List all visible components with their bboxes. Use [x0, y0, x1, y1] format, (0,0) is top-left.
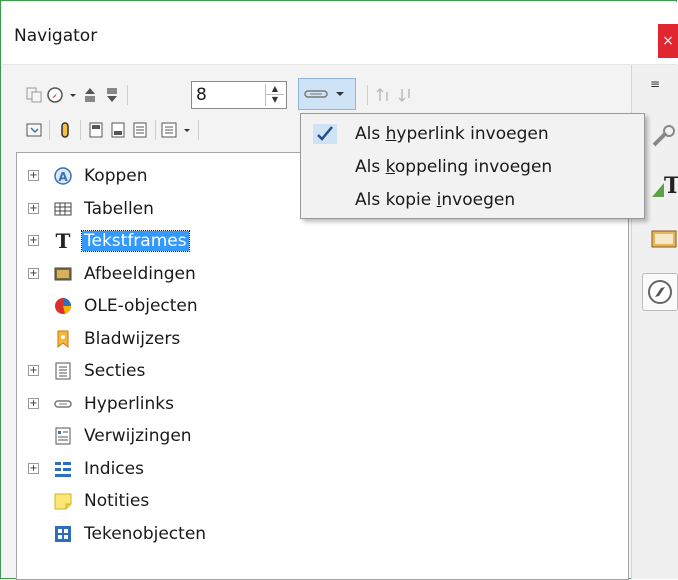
tree-item-afbeeldingen[interactable]: + Afbeeldingen: [17, 259, 617, 289]
tree-item-indices[interactable]: + Indices: [17, 454, 617, 484]
list-box-on-button[interactable]: [160, 119, 194, 141]
tree-item-label: Afbeeldingen: [84, 263, 196, 284]
toolbar-row-2: [23, 116, 203, 144]
spin-up-icon[interactable]: ▲: [266, 84, 284, 94]
expand-icon[interactable]: +: [28, 462, 39, 474]
expand-icon[interactable]: +: [28, 202, 39, 214]
tree-item-tekenobjecten[interactable]: Tekenobjecten: [17, 519, 617, 549]
tree-item-bladwijzers[interactable]: Bladwijzers: [17, 324, 617, 354]
svg-text:T: T: [664, 173, 678, 199]
table-icon: [52, 198, 74, 220]
menu-item-3[interactable]: Als kopie invoegen: [301, 184, 644, 216]
toolbar-separator: [127, 85, 128, 105]
expand-icon[interactable]: +: [28, 235, 39, 246]
close-button[interactable]: ×: [658, 24, 678, 58]
header-icon[interactable]: [85, 119, 107, 141]
headings-icon: A: [52, 165, 74, 187]
bookmark-icon: [52, 328, 74, 350]
expand-icon[interactable]: +: [28, 397, 39, 409]
footer-icon[interactable]: [107, 119, 129, 141]
previous-object-icon[interactable]: [79, 84, 101, 106]
navigate-by-button[interactable]: [45, 84, 79, 106]
tree-item-ole-objecten[interactable]: OLE-objecten: [17, 291, 617, 321]
toolbar-separator: [80, 120, 81, 140]
heading-level-value: 8: [196, 85, 207, 105]
toolbar-separator: [49, 120, 50, 140]
promote-chapter-icon[interactable]: [372, 84, 394, 106]
index-icon: [52, 458, 74, 480]
comment-icon: [52, 490, 74, 512]
svg-text:T: T: [56, 230, 71, 252]
tree-item-notities[interactable]: Notities: [17, 486, 617, 516]
tree-item-label: Tabellen: [84, 198, 154, 219]
compass-icon: [648, 280, 672, 304]
menu-item-label: Als koppeling invoegen: [355, 157, 553, 177]
section-icon: [52, 360, 74, 382]
title-bar: Navigator ×: [2, 2, 678, 64]
tree-item-label: Indices: [84, 458, 144, 479]
tree-item-label: Tekstframes: [81, 230, 190, 252]
tree-item-label: Bladwijzers: [84, 328, 181, 349]
tree-item-label: Notities: [84, 491, 150, 511]
gallery-icon[interactable]: [650, 225, 678, 256]
tree-item-secties[interactable]: + Secties: [17, 356, 617, 386]
toolbar-separator: [155, 120, 156, 140]
properties-icon[interactable]: [650, 125, 678, 156]
styles-icon[interactable]: T: [650, 173, 678, 206]
tree-item-label: Secties: [84, 361, 146, 381]
show-content-icon[interactable]: [23, 119, 45, 141]
spin-down-icon[interactable]: ▼: [266, 94, 284, 105]
close-icon: ×: [662, 33, 674, 49]
set-reminder-icon[interactable]: [54, 119, 76, 141]
menu-item-label: Als kopie invoegen: [355, 190, 516, 210]
tree-item-verwijzingen[interactable]: Verwijzingen: [17, 421, 617, 451]
navigator-window: Navigator × 8 ▲ ▼ + A Koppen + Tabellen …: [0, 0, 678, 580]
spin-arrows[interactable]: ▲ ▼: [265, 84, 284, 106]
sidebar-menu-icon[interactable]: ≡: [650, 77, 660, 91]
expand-icon[interactable]: +: [28, 365, 39, 376]
anchor-to-text-icon[interactable]: [129, 119, 151, 141]
ole-object-icon: [52, 295, 74, 317]
drawing-object-icon: [52, 523, 74, 545]
tree-item-tekstframes[interactable]: + T Tekstframes: [17, 226, 617, 256]
tree-item-label: Hyperlinks: [84, 393, 175, 414]
toggle-icon[interactable]: [23, 84, 45, 106]
image-icon: [52, 263, 74, 285]
navigator-tab-button[interactable]: [642, 273, 678, 311]
demote-chapter-icon[interactable]: [394, 84, 416, 106]
window-title: Navigator: [14, 26, 98, 46]
checkmark-icon: [313, 124, 337, 144]
tree-item-label: OLE-objecten: [84, 296, 198, 316]
tree-item-label: Koppen: [84, 166, 148, 186]
heading-level-spinbox[interactable]: 8 ▲ ▼: [191, 81, 287, 109]
menu-item-2[interactable]: Als koppeling invoegen: [301, 151, 644, 183]
reference-icon: [52, 425, 74, 447]
toolbar-separator: [367, 85, 368, 105]
expand-icon[interactable]: +: [28, 267, 39, 279]
tree-item-label: Verwijzingen: [84, 426, 192, 446]
tree-item-label: Tekenobjecten: [84, 523, 207, 544]
toolbar-separator: [198, 120, 199, 140]
toolbar-row-1-right: [363, 81, 416, 109]
hyperlink-drag-icon: [304, 90, 344, 98]
drag-mode-button[interactable]: [298, 78, 356, 110]
menu-item-1[interactable]: Als hyperlink invoegen: [301, 118, 644, 150]
next-object-icon[interactable]: [101, 84, 123, 106]
drag-mode-menu: Als hyperlink invoegen Als koppeling invo…: [300, 113, 645, 219]
svg-text:A: A: [58, 170, 68, 184]
expand-icon[interactable]: +: [28, 170, 39, 181]
toolbar-row-1: [23, 81, 132, 109]
text-frame-icon: T: [52, 230, 74, 252]
hyperlink-icon: [52, 393, 74, 415]
title-divider: [2, 64, 677, 65]
tree-item-hyperlinks[interactable]: + Hyperlinks: [17, 389, 617, 419]
menu-item-label: Als hyperlink invoegen: [355, 124, 549, 144]
